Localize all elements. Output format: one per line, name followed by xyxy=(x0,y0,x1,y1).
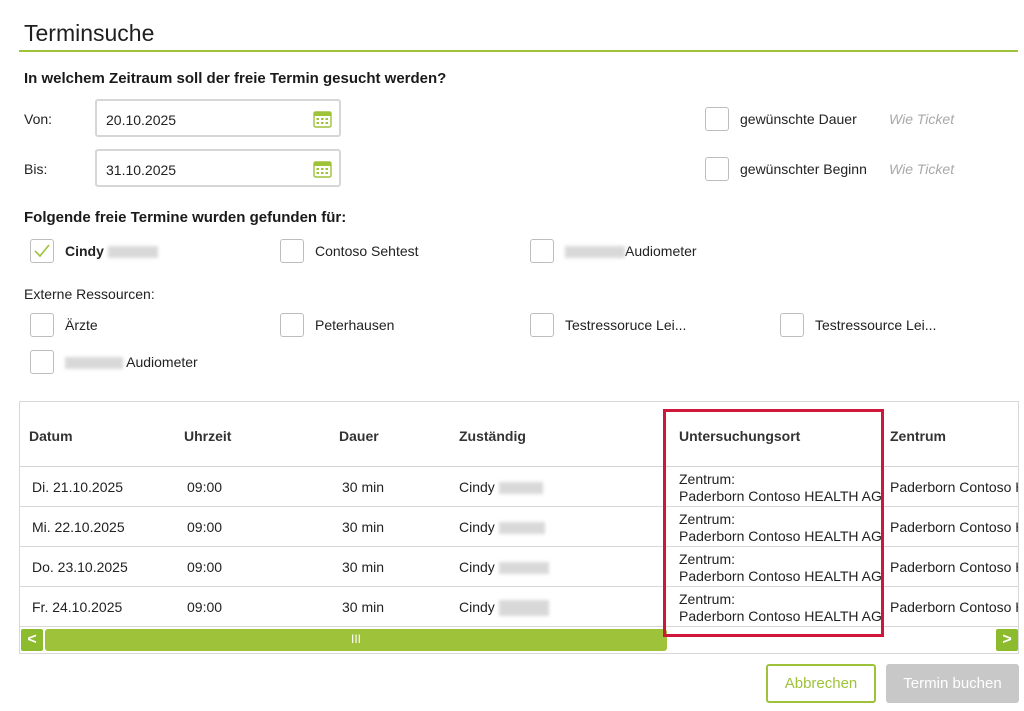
from-date-field[interactable]: 20.10.2025 xyxy=(95,99,341,137)
calendar-icon[interactable] xyxy=(313,160,332,178)
cell-uhrzeit: 09:00 xyxy=(187,599,223,615)
redacted-name xyxy=(498,522,545,535)
scroll-thumb[interactable]: III xyxy=(45,629,667,651)
external-label-audiometer: Audiometer xyxy=(65,354,198,370)
redacted-name xyxy=(498,482,543,495)
cell-zustaendig: Cindy xyxy=(459,479,543,495)
cell-datum: Do. 23.10.2025 xyxy=(32,559,128,575)
cell-dauer: 30 min xyxy=(342,559,385,575)
cell-zustaendig: Cindy xyxy=(459,559,549,575)
external-checkbox-peterhausen[interactable] xyxy=(280,313,304,337)
checkmark-icon xyxy=(34,244,50,258)
col-header-zustaendig[interactable]: Zuständig xyxy=(459,428,526,444)
redacted-name xyxy=(107,246,158,259)
resource-checkbox-audiometer[interactable] xyxy=(530,239,554,263)
scroll-left-button[interactable]: < xyxy=(21,629,43,651)
redacted-name xyxy=(498,600,549,617)
highlight-frame xyxy=(663,409,884,637)
start-checkbox[interactable] xyxy=(705,157,729,181)
cancel-button[interactable]: Abbrechen xyxy=(766,664,876,703)
cell-zustaendig: Cindy xyxy=(459,519,545,535)
col-header-uhrzeit[interactable]: Uhrzeit xyxy=(184,428,231,444)
redacted-name xyxy=(65,357,123,370)
resource-label-cindy: Cindy xyxy=(65,243,158,259)
resource-checkbox-sehtest[interactable] xyxy=(280,239,304,263)
resource-checkbox-cindy[interactable] xyxy=(30,239,54,263)
calendar-icon[interactable] xyxy=(313,110,332,128)
page-title: Terminsuche xyxy=(24,20,155,46)
title-divider xyxy=(19,50,1018,52)
duration-label: gewünschte Dauer xyxy=(740,111,857,127)
external-label-peterhausen: Peterhausen xyxy=(315,317,395,333)
external-heading: Externe Ressourcen: xyxy=(24,286,155,302)
duration-hint: Wie Ticket xyxy=(889,111,955,127)
to-date-field[interactable]: 31.10.2025 xyxy=(95,149,341,187)
to-label: Bis: xyxy=(24,161,48,177)
cell-uhrzeit: 09:00 xyxy=(187,559,223,575)
external-checkbox-aerzte[interactable] xyxy=(30,313,54,337)
external-checkbox-testressoruce[interactable] xyxy=(530,313,554,337)
cell-zentrum: Paderborn Contoso HEALTH AG xyxy=(890,519,1018,535)
col-header-zentrum[interactable]: Zentrum xyxy=(890,428,946,444)
scroll-right-button[interactable]: > xyxy=(996,629,1018,651)
resource-label-sehtest: Contoso Sehtest xyxy=(315,243,419,259)
cell-dauer: 30 min xyxy=(342,479,385,495)
col-header-datum[interactable]: Datum xyxy=(29,428,73,444)
cell-dauer: 30 min xyxy=(342,599,385,615)
start-hint: Wie Ticket xyxy=(889,161,955,177)
period-heading: In welchem Zeitraum soll der freie Termi… xyxy=(24,70,447,87)
col-header-dauer[interactable]: Dauer xyxy=(339,428,379,444)
resource-label-audiometer: Audiometer xyxy=(565,243,697,259)
external-checkbox-testressource[interactable] xyxy=(780,313,804,337)
cell-uhrzeit: 09:00 xyxy=(187,519,223,535)
cell-zustaendig: Cindy xyxy=(459,599,549,617)
external-checkbox-audiometer[interactable] xyxy=(30,350,54,374)
from-date-value: 20.10.2025 xyxy=(106,112,177,128)
start-label: gewünschter Beginn xyxy=(740,161,867,177)
cell-zentrum: Paderborn Contoso HEALTH AG xyxy=(890,559,1018,575)
external-label-testressource: Testressource Lei... xyxy=(815,317,937,333)
cell-dauer: 30 min xyxy=(342,519,385,535)
redacted-name xyxy=(498,562,549,575)
cell-zentrum: Paderborn Contoso HEALTH AG xyxy=(890,599,1018,615)
found-heading: Folgende freie Termine wurden gefunden f… xyxy=(24,209,347,226)
redacted-name xyxy=(565,246,625,259)
cell-zentrum: Paderborn Contoso HEALTH AG xyxy=(890,479,1018,495)
cell-datum: Mi. 22.10.2025 xyxy=(32,519,125,535)
to-date-value: 31.10.2025 xyxy=(106,162,177,178)
cell-uhrzeit: 09:00 xyxy=(187,479,223,495)
duration-checkbox[interactable] xyxy=(705,107,729,131)
cell-datum: Fr. 24.10.2025 xyxy=(32,599,123,615)
book-appointment-button[interactable]: Termin buchen xyxy=(886,664,1019,703)
from-label: Von: xyxy=(24,111,53,127)
external-label-testressoruce: Testressoruce Lei... xyxy=(565,317,687,333)
external-label-aerzte: Ärzte xyxy=(65,317,98,333)
cell-datum: Di. 21.10.2025 xyxy=(32,479,124,495)
